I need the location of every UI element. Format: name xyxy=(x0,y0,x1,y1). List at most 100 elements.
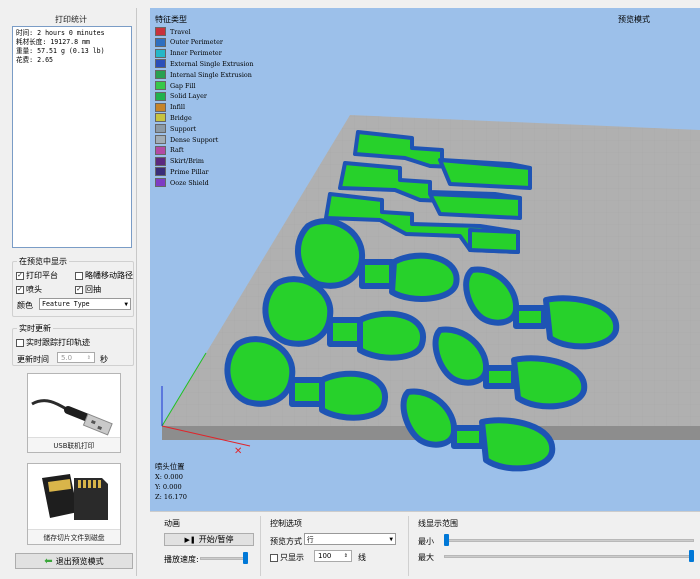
max-label: 最大 xyxy=(418,553,434,562)
color-swatch xyxy=(155,124,166,134)
color-swatch xyxy=(155,145,166,155)
mode-label: 预览方式 xyxy=(270,537,302,546)
feature-legend-item: Outer Perimeter xyxy=(155,37,223,47)
feature-name: Skirt/Brim xyxy=(170,157,204,166)
save-to-disk-caption: 储存切片文件到磁盘 xyxy=(28,529,120,544)
animation-title: 动画 xyxy=(164,519,180,528)
preview-viewport[interactable]: ✕ 特征类型 Travel Outer Perimeter Inner Peri… xyxy=(150,8,700,511)
color-swatch xyxy=(155,48,166,58)
stats-length: 耗材长度: 19127.8 mm xyxy=(16,38,91,46)
color-swatch xyxy=(155,70,166,80)
check-icon: ✓ xyxy=(75,285,83,294)
color-swatch xyxy=(155,113,166,123)
color-swatch xyxy=(155,91,166,101)
feature-legend-item: External Single Extrusion xyxy=(155,59,254,69)
exit-preview-button[interactable]: ⬅ 退出预览模式 xyxy=(15,553,133,569)
color-swatch xyxy=(155,135,166,144)
color-swatch xyxy=(155,178,166,188)
feature-name: Inner Perimeter xyxy=(170,49,222,58)
interval-value: 5.0 xyxy=(61,353,73,362)
max-line-slider-thumb[interactable] xyxy=(689,550,694,562)
checkbox-empty-icon xyxy=(16,338,24,347)
usb-print-card[interactable]: USB联机打印 xyxy=(27,373,121,453)
feature-name: Dense Support xyxy=(170,135,219,144)
only-show-label: 只显示 xyxy=(280,553,304,562)
max-line-slider[interactable] xyxy=(444,555,694,558)
realtime-track-label: 实时跟踪打印轨迹 xyxy=(26,338,90,347)
min-line-slider-thumb[interactable] xyxy=(444,534,449,546)
feature-legend-item: Dense Support xyxy=(155,135,218,144)
nozzle-y: Y: 0.000 xyxy=(155,483,182,491)
nozzle-position-title: 喷头位置 xyxy=(155,462,185,471)
feature-name: Ooze Shield xyxy=(170,178,209,187)
feature-legend-item: Bridge xyxy=(155,113,192,123)
stats-time: 时间: 2 hours 0 minutes xyxy=(16,29,105,37)
save-to-disk-card[interactable]: 储存切片文件到磁盘 xyxy=(27,463,121,545)
feature-legend-item: Ooze Shield xyxy=(155,178,209,188)
interval-input[interactable]: 5.0 ⇕ xyxy=(57,352,95,363)
color-label: 颜色 xyxy=(17,301,33,310)
feature-name: Support xyxy=(170,124,197,133)
play-pause-label: 开始/暂停 xyxy=(198,535,234,544)
control-title: 控制选项 xyxy=(270,519,302,528)
color-swatch xyxy=(155,37,166,47)
nozzle-position: 喷头位置 X: 0.000 Y: 0.000 Z: 16.170 xyxy=(155,462,187,502)
line-count-input[interactable]: 100 ⇕ xyxy=(314,550,352,562)
realtime-title: 实时更新 xyxy=(17,323,53,334)
feature-legend-item: Infill xyxy=(155,102,185,112)
feature-legend-item: Prime Pillar xyxy=(155,167,209,177)
min-line-slider[interactable] xyxy=(444,539,694,542)
feature-legend-item: Skirt/Brim xyxy=(155,156,204,166)
realtime-track-checkbox[interactable]: 实时跟踪打印轨迹 xyxy=(16,337,90,348)
feature-legend-item: Travel xyxy=(155,27,191,36)
arrow-back-icon: ⬅ xyxy=(44,555,53,567)
retract-checkbox[interactable]: ✓ 回抽 xyxy=(75,284,101,295)
color-select[interactable]: Feature Type ▼ xyxy=(39,298,131,310)
check-icon: ✓ xyxy=(16,271,24,280)
nozzle-checkbox[interactable]: ✓ 喷头 xyxy=(16,284,42,295)
feature-legend-item: Raft xyxy=(155,145,184,155)
feature-name: Bridge xyxy=(170,113,192,122)
interval-label: 更新时间 xyxy=(17,355,49,364)
stats-textbox[interactable]: 时间: 2 hours 0 minutes 耗材长度: 19127.8 mm 重… xyxy=(12,26,132,248)
divider xyxy=(260,516,261,576)
preview-display-group: 在预览中显示 ✓ 打印平台 略幡移动路径 ✓ 喷头 ✓ 回抽 颜色 Featur… xyxy=(12,256,134,317)
feature-name: Travel xyxy=(170,27,191,36)
feature-name: Outer Perimeter xyxy=(170,38,223,47)
preview-mode-value: 行 xyxy=(307,536,314,544)
exit-preview-label: 退出预览模式 xyxy=(55,556,104,566)
print-bed-3d: ✕ xyxy=(161,115,700,472)
print-bed-checkbox[interactable]: ✓ 打印平台 xyxy=(16,270,58,281)
preview-mode-select[interactable]: 行 ▼ xyxy=(304,533,396,545)
only-show-checkbox[interactable]: 只显示 xyxy=(270,552,304,563)
feature-legend-item: Internal Single Extrusion xyxy=(155,70,252,80)
color-swatch xyxy=(155,167,166,177)
dropdown-arrow-icon: ▼ xyxy=(124,300,128,308)
feature-name: Solid Layer xyxy=(170,92,207,101)
feature-legend-item: Gap Fill xyxy=(155,81,196,90)
color-select-value: Feature Type xyxy=(42,300,90,308)
svg-text:✕: ✕ xyxy=(234,446,242,457)
sd-card-icon xyxy=(42,474,108,520)
retract-label: 回抽 xyxy=(85,285,101,294)
checkbox-empty-icon xyxy=(75,271,83,280)
feature-legend-item: Support xyxy=(155,124,197,134)
spin-arrows-icon: ⇕ xyxy=(86,354,91,361)
play-pause-icon: ▶❚ xyxy=(184,535,196,544)
rapid-moves-checkbox[interactable]: 略幡移动路径 xyxy=(75,270,133,281)
color-swatch xyxy=(155,156,166,166)
checkbox-empty-icon xyxy=(270,553,278,562)
interval-unit: 秒 xyxy=(100,355,108,364)
feature-name: External Single Extrusion xyxy=(170,59,254,68)
speed-slider[interactable] xyxy=(200,557,248,560)
feature-legend-item: Inner Perimeter xyxy=(155,48,222,58)
dropdown-arrow-icon: ▼ xyxy=(389,535,393,543)
preview-display-title: 在预览中显示 xyxy=(17,256,69,267)
feature-name: Internal Single Extrusion xyxy=(170,70,252,79)
color-swatch xyxy=(155,81,166,90)
play-pause-button[interactable]: ▶❚ 开始/暂停 xyxy=(164,533,254,546)
speed-slider-thumb[interactable] xyxy=(243,552,248,564)
check-icon: ✓ xyxy=(16,285,24,294)
usb-cable-icon xyxy=(31,399,113,436)
min-label: 最小 xyxy=(418,537,434,546)
